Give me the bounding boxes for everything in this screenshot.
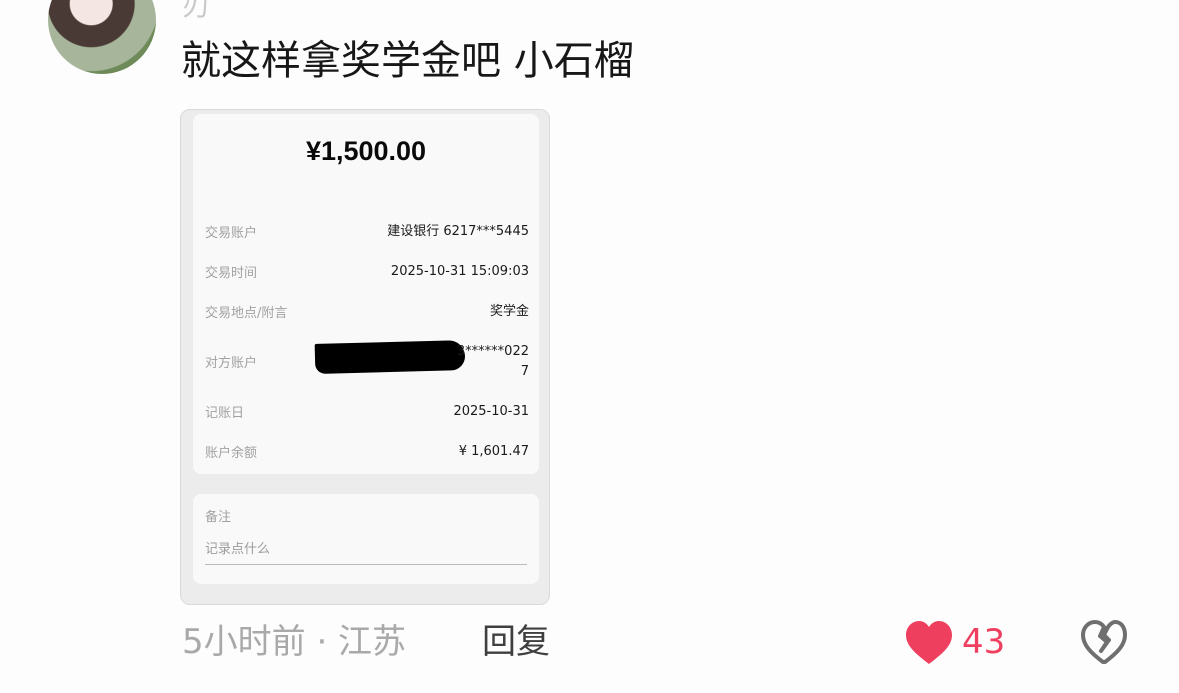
receipt-label: 对方账户 <box>205 356 258 371</box>
note-label: 备注 <box>205 510 232 525</box>
receipt-value: 建设银行 6217***5445 <box>387 224 529 239</box>
receipt-label: 交易地点/附言 <box>205 306 288 321</box>
redaction-scribble <box>314 340 466 374</box>
receipt-label: 交易时间 <box>205 266 258 281</box>
receipt-card: ¥1,500.00 交易账户 建设银行 6217***5445 交易时间 202… <box>193 114 539 474</box>
note-input[interactable] <box>205 534 527 565</box>
receipt-row-time: 交易时间 2025-10-31 15:09:03 <box>205 262 529 302</box>
receipt-row-counterparty: 对方账户 3******022 7 <box>205 340 529 402</box>
comment-text: 就这样拿奖学金吧 小石榴 <box>181 38 634 84</box>
receipt-value: 3******022 7 <box>456 344 529 379</box>
receipt-row-balance: 账户余额 ¥ 1,601.47 <box>205 442 529 482</box>
receipt-row-account: 交易账户 建设银行 6217***5445 <box>205 222 529 262</box>
receipt-label: 账户余额 <box>205 446 258 461</box>
heart-icon[interactable] <box>904 620 954 666</box>
receipt-value: 奖学金 <box>489 304 529 319</box>
comment-image-attachment[interactable]: ¥1,500.00 交易账户 建设银行 6217***5445 交易时间 202… <box>180 109 550 605</box>
receipt-value: ¥ 1,601.47 <box>458 444 529 459</box>
receipt-row-memo: 交易地点/附言 奖学金 <box>205 302 529 342</box>
like-count: 43 <box>962 622 1006 662</box>
receipt-value: 2025-10-31 15:09:03 <box>390 264 529 279</box>
receipt-row-posting-date: 记账日 2025-10-31 <box>205 402 529 442</box>
receipt-label: 交易账户 <box>205 226 258 241</box>
receipt-value: 2025-10-31 <box>453 404 529 419</box>
receipt-label: 记账日 <box>205 406 245 421</box>
broken-heart-icon[interactable] <box>1079 618 1129 666</box>
comment-meta: 5小时前 · 江苏 <box>182 622 407 662</box>
reply-button[interactable]: 回复 <box>482 620 550 664</box>
user-avatar[interactable] <box>48 0 156 74</box>
transaction-amount: ¥1,500.00 <box>305 136 427 166</box>
note-card: 备注 <box>193 494 539 584</box>
username-fragment: 刃 <box>182 0 211 22</box>
